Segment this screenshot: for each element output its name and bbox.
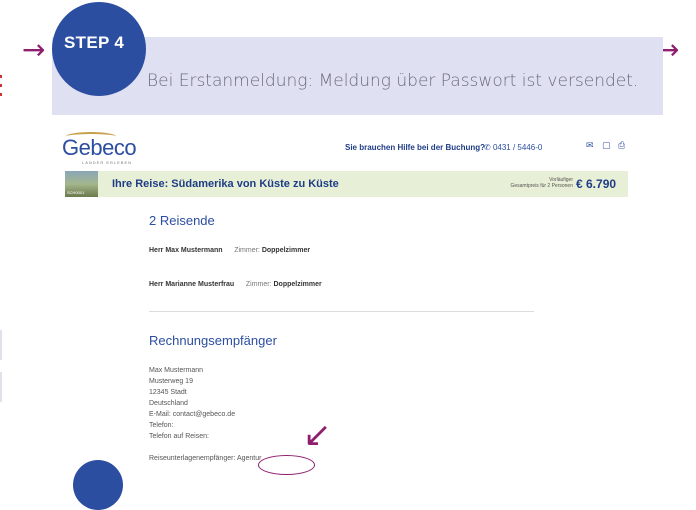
step-label: STEP 4 (64, 33, 125, 52)
highlight-circle (258, 455, 315, 475)
pointer-arrow-icon: ↙ (303, 415, 332, 455)
address-line: Musterweg 19 (149, 378, 193, 385)
help-text: Sie brauchen Hilfe bei der Buchung? (345, 143, 486, 152)
site-header: Gebeco LÄNDER ERLEBEN Sie brauchen Hilfe… (62, 132, 632, 165)
section-divider (149, 311, 534, 312)
step-badge: STEP 4 (52, 2, 146, 96)
address-line: Max Mustermann (149, 367, 204, 374)
trip-summary-bar: SCH0001 Ihre Reise: Südamerika von Küste… (65, 171, 628, 197)
phone-icon: ✆ (484, 143, 493, 152)
room-value: Doppelzimmer (261, 247, 311, 254)
phone-value: 0431 / 5446-0 (492, 143, 543, 152)
billing-heading: Rechnungsempfänger (149, 333, 277, 348)
arrow-right-icon: → (22, 33, 46, 66)
traveler-row: Herr Max Mustermann Zimmer: Doppelzimmer (149, 247, 310, 254)
room-label: Zimmer: (234, 247, 260, 254)
next-step-badge (73, 460, 123, 510)
phone-number[interactable]: ✆ 0431 / 5446-0 (484, 143, 542, 152)
trip-title: Ihre Reise: Südamerika von Küste zu Küst… (112, 178, 339, 190)
traveler-row: Herr Marianne Musterfrau Zimmer: Doppelz… (149, 281, 322, 288)
logo-tagline: LÄNDER ERLEBEN (82, 160, 133, 165)
travelers-heading: 2 Reisende (149, 213, 215, 228)
edge-fragment (0, 93, 2, 96)
address-line: Deutschland (149, 400, 188, 407)
price-note: Vorläufiger Gesamtpreis für 2 Personen (483, 177, 573, 189)
traveler-name: Herr Max Mustermann (149, 247, 223, 254)
travel-phone-line: Telefon auf Reisen: (149, 433, 209, 440)
total-price: € 6.790 (576, 177, 617, 191)
traveler-name: Herr Marianne Musterfrau (149, 281, 235, 288)
phone-line: Telefon: (149, 422, 174, 429)
email-line: E-Mail: contact@gebeco.de (149, 411, 236, 418)
trip-thumbnail: SCH0001 (65, 171, 98, 197)
logo[interactable]: Gebeco (62, 135, 137, 161)
address-line: 12345 Stadt (149, 389, 187, 396)
thumbnail-caption: SCH0001 (67, 190, 85, 195)
edge-fragment (0, 84, 2, 87)
documents-recipient-line: Reiseunterlagenempfänger: Agentur (149, 455, 262, 462)
mail-icon[interactable]: ✉ (586, 141, 594, 151)
room-value: Doppelzimmer (273, 281, 322, 288)
edge-fragment (0, 75, 2, 78)
banner-text: Bei Erstanmeldung: Meldung über Passwort… (147, 71, 639, 91)
room-label: Zimmer: (245, 281, 272, 288)
edge-fragment (0, 372, 2, 402)
price-note-line: Gesamtpreis für 2 Personen (510, 183, 573, 189)
print-icon[interactable]: ⎙ (618, 141, 625, 151)
print-preview-icon[interactable]: ▢ (602, 141, 611, 151)
edge-fragment (0, 330, 2, 360)
